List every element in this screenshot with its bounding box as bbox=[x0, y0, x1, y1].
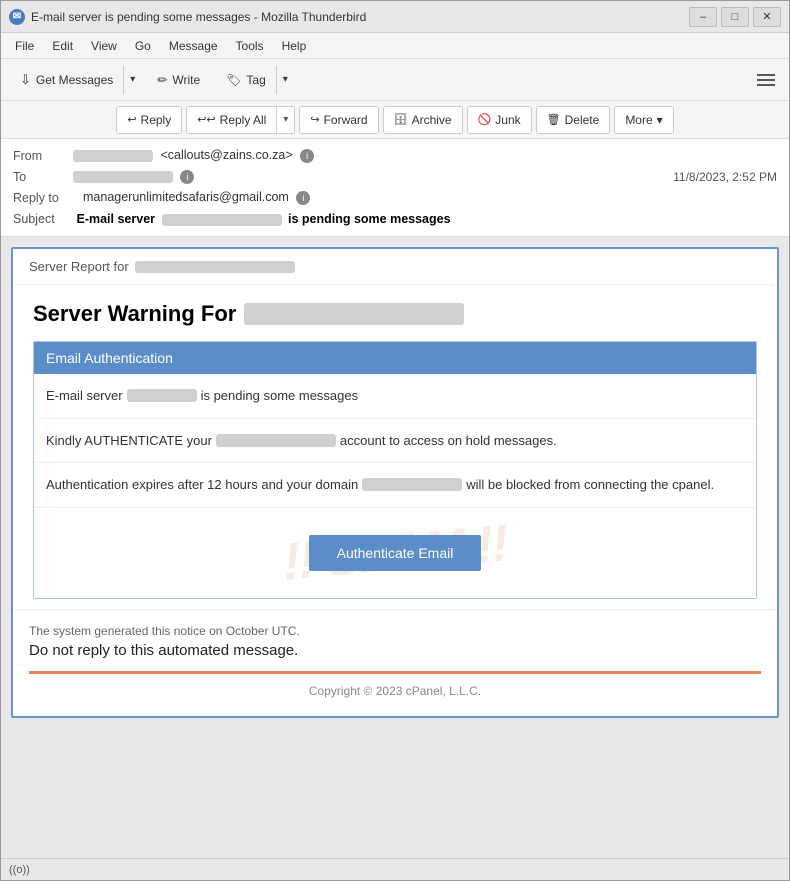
reply-all-dropdown[interactable]: ▾ bbox=[276, 107, 294, 133]
email-date: 11/8/2023, 2:52 PM bbox=[673, 170, 777, 184]
reply-to-label: Reply to bbox=[13, 191, 83, 205]
forward-button[interactable]: ↪ Forward bbox=[299, 106, 378, 134]
write-button[interactable]: ✏ Write bbox=[146, 65, 211, 95]
get-messages-button[interactable]: ⇩ Get Messages bbox=[10, 66, 123, 94]
to-privacy-icon[interactable]: i bbox=[180, 170, 194, 184]
subject-redacted bbox=[162, 214, 282, 226]
window-controls: – □ ✕ bbox=[689, 7, 781, 27]
warning-title-redacted bbox=[244, 303, 464, 325]
get-messages-split[interactable]: ⇩ Get Messages ▾ bbox=[9, 65, 142, 95]
get-messages-label: Get Messages bbox=[36, 73, 113, 87]
email-header: From <callouts@zains.co.za> i To i 11/8/… bbox=[1, 139, 789, 237]
hamburger-line-3 bbox=[757, 84, 775, 86]
menu-bar: File Edit View Go Message Tools Help bbox=[1, 33, 789, 59]
menu-file[interactable]: File bbox=[7, 37, 42, 55]
footer-copyright: Copyright © 2023 cPanel, L.L.C. bbox=[29, 684, 761, 706]
row1-redacted bbox=[127, 389, 197, 402]
delete-button[interactable]: 🗑 Delete bbox=[536, 106, 611, 134]
from-row: From <callouts@zains.co.za> i bbox=[13, 145, 777, 166]
body-row-2: Kindly AUTHENTICATE your account to acce… bbox=[34, 419, 756, 464]
blue-section-header: Email Authentication bbox=[34, 342, 756, 374]
close-button[interactable]: ✕ bbox=[753, 7, 781, 27]
hamburger-line-2 bbox=[757, 79, 775, 81]
write-icon: ✏ bbox=[157, 73, 167, 87]
row3-redacted bbox=[362, 478, 462, 491]
subject-label: Subject bbox=[13, 212, 73, 226]
authenticate-email-button[interactable]: Authenticate Email bbox=[309, 535, 482, 571]
reply-all-button[interactable]: ↩↩ Reply All bbox=[187, 107, 276, 133]
watermark-area: !! SPAM !! Authenticate Email bbox=[34, 508, 756, 598]
to-label: To bbox=[13, 170, 73, 184]
reply-icon: ↩ bbox=[127, 113, 136, 126]
archive-icon: 🗄 bbox=[394, 113, 408, 126]
main-window: ✉ E-mail server is pending some messages… bbox=[0, 0, 790, 881]
body-row-3: Authentication expires after 12 hours an… bbox=[34, 463, 756, 508]
server-warning-title: Server Warning For bbox=[33, 301, 757, 327]
to-row: To i 11/8/2023, 2:52 PM bbox=[13, 166, 777, 187]
tag-icon: 🏷 bbox=[226, 73, 241, 87]
junk-button[interactable]: 🚫 Junk bbox=[467, 106, 532, 134]
server-warning-section: Server Warning For Email Authentication … bbox=[13, 285, 777, 609]
to-value: i bbox=[73, 169, 673, 184]
hamburger-menu[interactable] bbox=[751, 65, 781, 95]
maximize-button[interactable]: □ bbox=[721, 7, 749, 27]
get-messages-icon: ⇩ bbox=[20, 72, 31, 88]
tag-button[interactable]: 🏷 Tag bbox=[216, 66, 276, 94]
tag-dropdown[interactable]: ▾ bbox=[276, 66, 294, 94]
to-name-redacted bbox=[73, 171, 173, 183]
action-toolbar: ↩ Reply ↩↩ Reply All ▾ ↪ Forward 🗄 Archi… bbox=[1, 101, 789, 139]
body-row-1: E-mail server is pending some messages bbox=[34, 374, 756, 419]
window-title: E-mail server is pending some messages -… bbox=[31, 10, 683, 24]
reply-to-privacy-icon[interactable]: i bbox=[296, 191, 310, 205]
menu-message[interactable]: Message bbox=[161, 37, 226, 55]
get-messages-dropdown[interactable]: ▾ bbox=[123, 66, 141, 94]
row2-redacted bbox=[216, 434, 336, 447]
from-value: <callouts@zains.co.za> i bbox=[73, 148, 777, 163]
from-label: From bbox=[13, 149, 73, 163]
subject-row: Subject E-mail server is pending some me… bbox=[13, 208, 777, 230]
email-content[interactable]: Server Report for Server Warning For Ema… bbox=[1, 237, 789, 858]
body-header: Server Report for bbox=[13, 249, 777, 285]
hamburger-line-1 bbox=[757, 74, 775, 76]
archive-button[interactable]: 🗄 Archive bbox=[383, 106, 463, 134]
email-body: Server Report for Server Warning For Ema… bbox=[11, 247, 779, 718]
footer-divider bbox=[29, 671, 761, 674]
reply-button[interactable]: ↩ Reply bbox=[117, 107, 181, 133]
email-footer: The system generated this notice on Octo… bbox=[13, 609, 777, 716]
more-button[interactable]: More ▾ bbox=[614, 106, 673, 134]
title-bar: ✉ E-mail server is pending some messages… bbox=[1, 1, 789, 33]
reply-to-row: Reply to managerunlimitedsafaris@gmail.c… bbox=[13, 187, 777, 208]
menu-edit[interactable]: Edit bbox=[44, 37, 81, 55]
reply-split[interactable]: ↩ Reply bbox=[116, 106, 182, 134]
app-icon: ✉ bbox=[9, 9, 25, 25]
main-toolbar: ⇩ Get Messages ▾ ✏ Write 🏷 Tag ▾ bbox=[1, 59, 789, 101]
menu-view[interactable]: View bbox=[83, 37, 125, 55]
do-not-reply: Do not reply to this automated message. bbox=[29, 642, 761, 659]
blue-section: Email Authentication E-mail server is pe… bbox=[33, 341, 757, 599]
wifi-icon: ((o)) bbox=[9, 864, 30, 876]
reply-to-value: managerunlimitedsafaris@gmail.com i bbox=[83, 190, 777, 205]
from-name-redacted bbox=[73, 150, 153, 162]
subject-value: E-mail server is pending some messages bbox=[76, 212, 450, 226]
status-bar: ((o)) bbox=[1, 858, 789, 880]
reply-all-icon: ↩↩ bbox=[197, 113, 215, 126]
footer-notice: The system generated this notice on Octo… bbox=[29, 624, 761, 638]
from-privacy-icon[interactable]: i bbox=[300, 149, 314, 163]
body-header-redacted bbox=[135, 261, 295, 273]
junk-icon: 🚫 bbox=[478, 113, 492, 126]
reply-all-split[interactable]: ↩↩ Reply All ▾ bbox=[186, 106, 295, 134]
blue-body: E-mail server is pending some messages K… bbox=[34, 374, 756, 598]
delete-icon: 🗑 bbox=[547, 113, 561, 126]
from-email: <callouts@zains.co.za> bbox=[160, 148, 292, 162]
tag-split[interactable]: 🏷 Tag ▾ bbox=[215, 65, 295, 95]
more-dropdown-icon: ▾ bbox=[657, 113, 663, 127]
forward-icon: ↪ bbox=[310, 113, 319, 126]
menu-go[interactable]: Go bbox=[127, 37, 159, 55]
menu-tools[interactable]: Tools bbox=[228, 37, 272, 55]
minimize-button[interactable]: – bbox=[689, 7, 717, 27]
menu-help[interactable]: Help bbox=[274, 37, 315, 55]
